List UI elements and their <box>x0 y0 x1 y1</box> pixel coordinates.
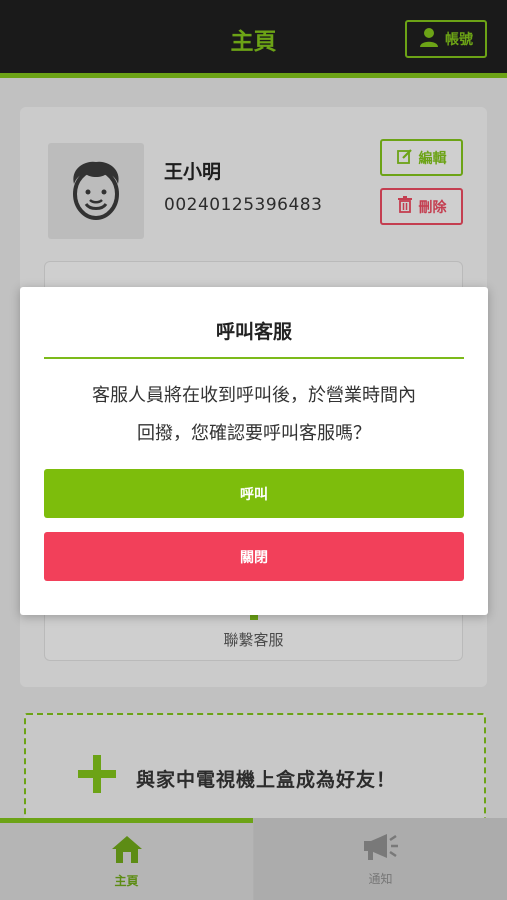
dialog-divider <box>44 357 464 359</box>
dialog-title: 呼叫客服 <box>215 321 292 343</box>
call-button[interactable]: 呼叫 <box>44 469 464 518</box>
dialog-message-line-1: 客服人員將在收到呼叫後，於營業時間內 <box>92 385 416 406</box>
close-button[interactable]: 關閉 <box>44 532 464 581</box>
dialog-message-line-2: 回撥，您確認要呼叫客服嗎？ <box>137 423 371 444</box>
call-support-dialog: 呼叫客服 客服人員將在收到呼叫後，於營業時間內 回撥，您確認要呼叫客服嗎？ 呼叫… <box>20 287 488 615</box>
dialog-message: 客服人員將在收到呼叫後，於營業時間內 回撥，您確認要呼叫客服嗎？ <box>44 377 464 453</box>
